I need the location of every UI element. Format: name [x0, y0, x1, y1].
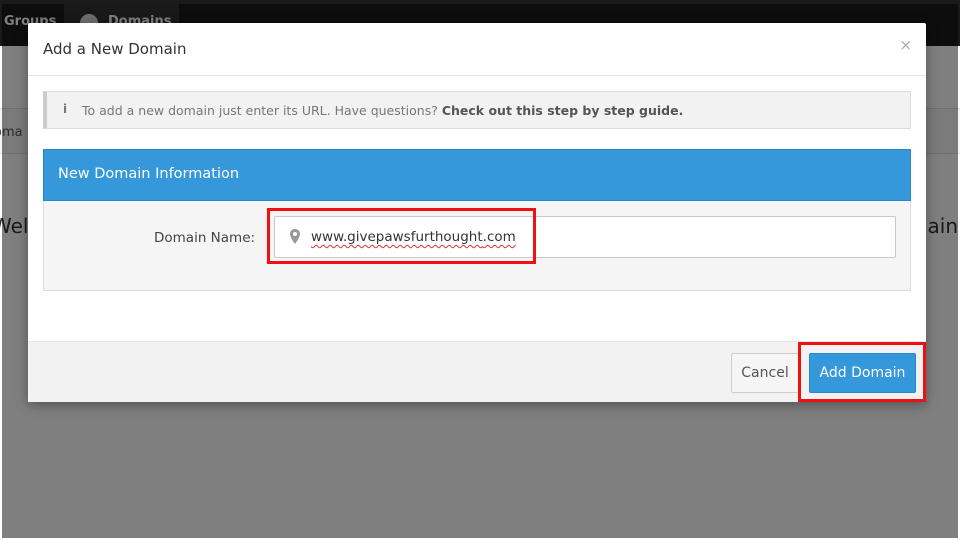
info-message: To add a new domain just enter its URL. … — [82, 103, 438, 118]
guide-link[interactable]: Check out this step by step guide. — [442, 103, 684, 118]
modal-footer: Cancel Add Domain — [28, 341, 926, 402]
info-alert: i To add a new domain just enter its URL… — [43, 91, 911, 129]
close-icon[interactable]: × — [899, 36, 912, 54]
add-button-highlight — [798, 342, 926, 402]
domain-name-label: Domain Name: — [154, 230, 256, 246]
domain-input-highlight — [267, 208, 536, 264]
modal-header: Add a New Domain × — [28, 23, 926, 76]
modal-title: Add a New Domain — [43, 40, 187, 58]
panel-heading: New Domain Information — [43, 149, 911, 201]
cancel-button[interactable]: Cancel — [731, 353, 799, 393]
panel-title: New Domain Information — [58, 166, 240, 182]
add-domain-modal: Add a New Domain × i To add a new domain… — [28, 23, 926, 402]
info-icon: i — [63, 102, 68, 116]
info-text: To add a new domain just enter its URL. … — [82, 103, 683, 118]
